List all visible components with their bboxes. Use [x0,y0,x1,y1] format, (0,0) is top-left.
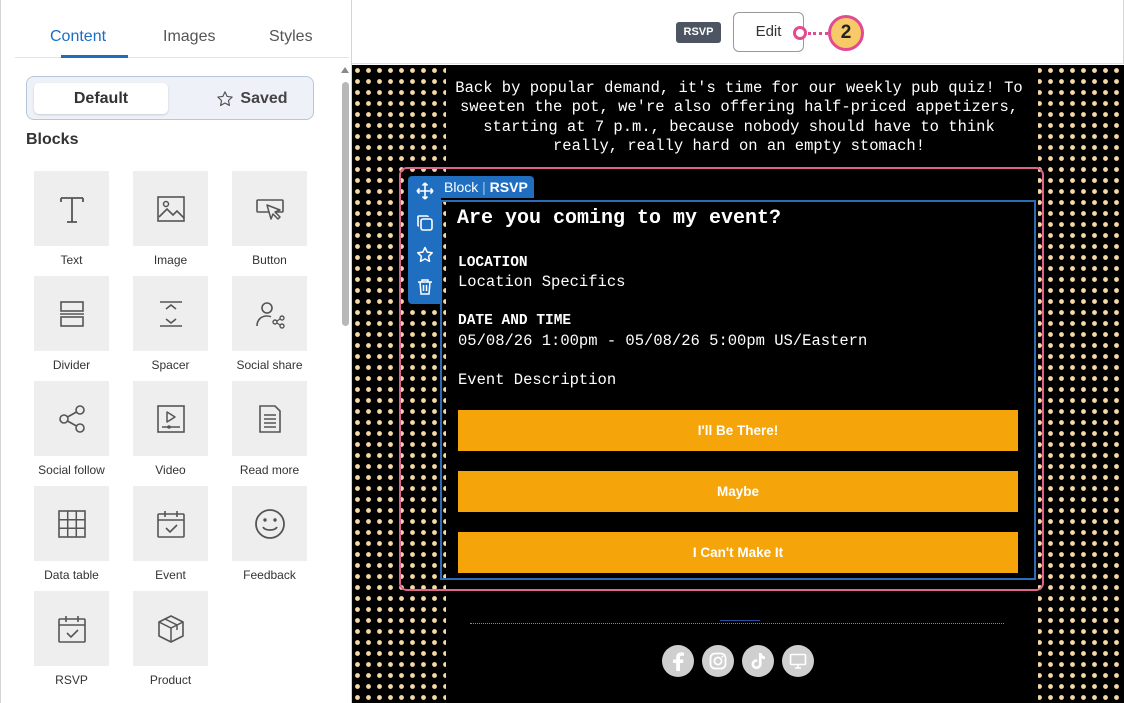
block-label: Spacer [151,358,190,372]
block-tile-video[interactable]: Video [133,381,209,477]
feedback-icon [254,508,285,539]
tiktok-icon[interactable] [742,645,774,677]
block-label: Feedback [243,568,296,582]
event-icon [156,510,185,538]
block-label: Social share [236,358,303,372]
block-tile-rsvp[interactable]: RSVP [34,591,110,687]
read-more-icon [258,404,281,433]
block-label: Button [252,253,287,267]
block-label: RSVP [55,673,88,687]
tab-styles[interactable]: Styles [269,28,313,46]
block-label: Data table [44,568,99,582]
move-icon[interactable] [416,182,434,200]
block-label: Divider [52,358,91,372]
delete-icon[interactable] [416,278,434,296]
instagram-icon[interactable] [702,645,734,677]
block-tile-read-more[interactable]: Read more [232,381,308,477]
social-share-icon [255,301,285,329]
step-callout: 2 [828,15,864,51]
location-value: Location Specifics [458,273,626,291]
editor-toolbar: RSVP Edit 2 [352,0,1124,64]
block-label: Event [155,568,186,582]
footer-divider [470,623,1004,624]
rsvp-title: Are you coming to my event? [457,207,782,230]
rsvp-icon [57,615,86,643]
block-label: Social follow [38,463,105,477]
rsvp-block[interactable] [440,200,1036,580]
active-tab-indicator [61,55,128,58]
block-tile-divider[interactable]: Divider [34,276,110,372]
scroll-up-arrow-icon[interactable] [341,67,349,73]
block-actions-toolbar [408,176,441,304]
block-label: Image [153,253,188,267]
panel-scrollbar[interactable] [342,82,349,326]
footer-accent-line [720,620,760,621]
product-icon [157,614,184,643]
block-tile-social-share[interactable]: Social share [232,276,308,372]
video-icon [156,404,185,433]
panel-tabs: Content Images Styles [15,18,349,58]
tab-images[interactable]: Images [163,28,215,46]
social-follow-icon [58,404,85,433]
block-tile-text[interactable]: Text [34,171,110,267]
content-panel: Content Images Styles Default Saved Bloc… [0,0,352,703]
intro-text[interactable]: Back by popular demand, it's time for ou… [452,79,1026,156]
block-label: Text [60,253,83,267]
block-type-tag: Block | RSVP [438,176,534,198]
text-icon [59,196,84,223]
block-tile-feedback[interactable]: Feedback [232,486,308,582]
rsvp-maybe-button[interactable]: Maybe [458,471,1018,512]
block-tile-product[interactable]: Product [133,591,209,687]
blocks-heading: Blocks [26,131,79,148]
data-table-icon [57,509,86,538]
datetime-label: DATE AND TIME [458,313,572,329]
block-label: Read more [239,463,300,477]
datetime-value: 05/08/26 1:00pm - 05/08/26 5:00pm US/Eas… [458,332,868,350]
block-tag-prefix: Block [444,179,479,195]
callout-pointer [793,26,807,40]
block-tile-image[interactable]: Image [133,171,209,267]
rsvp-no-button[interactable]: I Can't Make It [458,532,1018,573]
button-icon [255,198,284,220]
facebook-icon[interactable] [662,645,694,677]
event-description: Event Description [458,371,617,389]
divider-icon [59,300,84,327]
callout-connector [808,32,828,35]
saved-toggle-button[interactable]: Saved [197,83,307,114]
selected-block-badge: RSVP [676,22,721,43]
block-tile-event[interactable]: Event [133,486,209,582]
default-toggle-button[interactable]: Default [34,83,168,114]
rsvp-yes-button[interactable]: I'll Be There! [458,410,1018,451]
save-block-star-icon[interactable] [416,246,434,264]
block-label: Video [155,463,186,477]
image-icon [156,195,185,222]
location-label: LOCATION [458,255,528,271]
tab-content[interactable]: Content [50,28,106,46]
block-tile-button[interactable]: Button [232,171,308,267]
block-label: Product [149,673,192,687]
block-tile-social-follow[interactable]: Social follow [34,381,110,477]
spacer-icon [159,300,182,327]
block-tile-data-table[interactable]: Data table [34,486,110,582]
duplicate-icon[interactable] [416,214,434,232]
saved-label: Saved [240,90,288,107]
star-icon [217,90,234,106]
block-tag-name: RSVP [489,179,528,195]
website-icon[interactable] [782,645,814,677]
blocks-filter-toggle: Default Saved [26,76,314,120]
block-tile-spacer[interactable]: Spacer [133,276,209,372]
